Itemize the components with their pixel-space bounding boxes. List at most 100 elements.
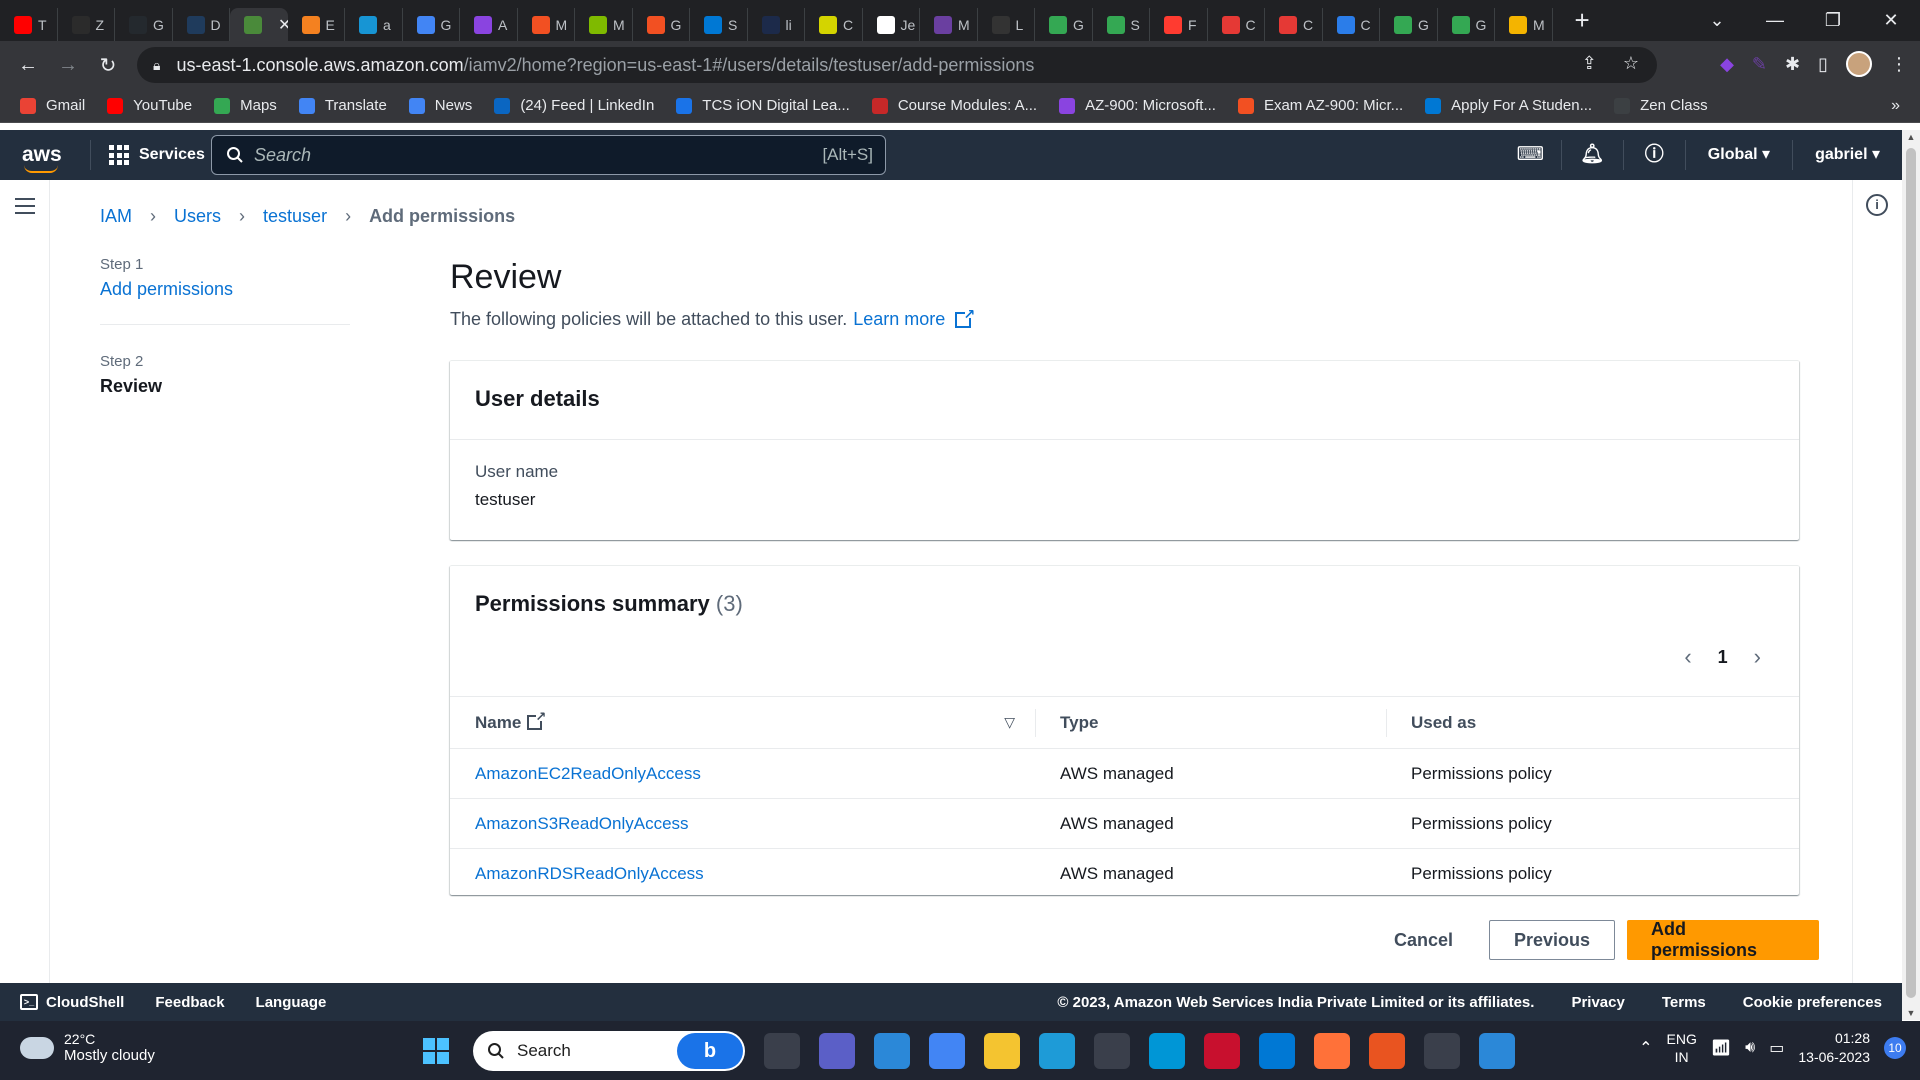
chevron-left-icon[interactable]: ‹ (1684, 644, 1691, 670)
scroll-down-icon[interactable]: ▼ (1902, 1008, 1920, 1018)
bookmark-item[interactable]: (24) Feed | LinkedIn (494, 97, 654, 114)
services-menu-button[interactable]: Services (109, 145, 205, 165)
photos-icon[interactable] (1479, 1033, 1515, 1069)
bookmark-item[interactable]: Maps (214, 97, 277, 114)
region-selector[interactable]: Global ▾ (1686, 140, 1794, 170)
external-link-icon[interactable] (955, 306, 975, 328)
browser-tab[interactable]: M (575, 8, 633, 41)
bookmark-item[interactable]: YouTube (107, 97, 192, 114)
browser-tab[interactable]: F (1150, 8, 1208, 41)
column-header-name[interactable]: Name ▽ (450, 696, 1035, 749)
browser-tab[interactable]: D (173, 8, 230, 41)
notification-badge[interactable]: 10 (1884, 1037, 1906, 1059)
minimize-icon[interactable]: — (1746, 10, 1804, 31)
bookmark-item[interactable]: Translate (298, 97, 387, 114)
clock[interactable]: 01:28 13-06-2023 (1798, 1029, 1870, 1067)
policy-name-link[interactable]: AmazonS3ReadOnlyAccess (450, 798, 1035, 849)
back-icon[interactable]: ← (8, 54, 48, 77)
edge-icon[interactable] (1039, 1033, 1075, 1069)
mail-icon[interactable] (1259, 1033, 1295, 1069)
terms-link[interactable]: Terms (1662, 994, 1706, 1011)
settings-app-icon[interactable] (874, 1033, 910, 1069)
forward-icon[interactable]: → (48, 54, 88, 77)
breadcrumb-iam[interactable]: IAM (100, 206, 132, 227)
hamburger-icon[interactable] (15, 198, 35, 219)
side-panel-icon[interactable]: ▯ (1818, 54, 1828, 75)
column-header-used-as[interactable]: Used as (1386, 696, 1799, 749)
bookmark-item[interactable]: Gmail (20, 97, 85, 114)
extension-icon[interactable]: ✎ (1752, 54, 1767, 75)
browser-tab[interactable]: L (978, 8, 1035, 41)
info-icon[interactable]: i (1866, 194, 1888, 216)
aws-logo[interactable]: aws (22, 143, 64, 173)
share-icon[interactable]: ⇪ (1582, 53, 1597, 74)
close-window-icon[interactable]: ✕ (1862, 10, 1920, 31)
page-scrollbar[interactable]: ▲ ▼ (1902, 130, 1920, 1020)
bookmark-item[interactable]: Exam AZ-900: Micr... (1237, 97, 1403, 114)
windows-start-icon[interactable] (418, 1033, 454, 1069)
column-header-type[interactable]: Type (1035, 696, 1386, 749)
network-app-icon[interactable] (1424, 1033, 1460, 1069)
bookmark-item[interactable]: Zen Class (1614, 97, 1708, 114)
puzzle-icon[interactable]: ✱ (1785, 54, 1800, 75)
browser-tab[interactable]: G (403, 8, 460, 41)
browser-tab[interactable]: S (690, 8, 748, 41)
policy-name-link[interactable]: AmazonEC2ReadOnlyAccess (450, 748, 1035, 799)
bing-icon[interactable]: b (677, 1033, 743, 1069)
browser-tab-active[interactable]: ✕ (230, 8, 288, 41)
breadcrumb-testuser[interactable]: testuser (263, 206, 327, 227)
reload-icon[interactable]: ↻ (88, 53, 128, 78)
file-explorer-icon[interactable] (984, 1033, 1020, 1069)
tab-close-icon[interactable]: ✕ (278, 15, 288, 35)
menu-kebab-icon[interactable]: ⋮ (1890, 54, 1908, 75)
browser-tab[interactable]: G (1035, 8, 1093, 41)
browser-tab[interactable]: Z (58, 8, 115, 41)
browser-tab[interactable]: a (345, 8, 403, 41)
page-number[interactable]: 1 (1718, 647, 1728, 668)
cancel-button[interactable]: Cancel (1370, 920, 1477, 960)
volume-icon[interactable]: 🔊︎ (1745, 1039, 1755, 1057)
extension-icon[interactable]: ◆ (1720, 54, 1734, 75)
browser-tab[interactable]: G (1380, 8, 1438, 41)
browser-tab[interactable]: A (460, 8, 518, 41)
new-tab-button[interactable]: + (1575, 5, 1590, 36)
mcafee-icon[interactable] (1204, 1033, 1240, 1069)
browser-tab[interactable]: T (0, 8, 58, 41)
battery-icon[interactable]: ▭ (1769, 1038, 1784, 1058)
browser-tab[interactable]: C (1323, 8, 1380, 41)
bookmark-item[interactable]: TCS iON Digital Lea... (676, 97, 850, 114)
chevron-up-icon[interactable]: ⌃ (1639, 1038, 1652, 1058)
lock-icon[interactable]: 🔒︎ (153, 57, 160, 74)
browser-tab[interactable]: M (1495, 8, 1553, 41)
browser-tab[interactable]: G (115, 8, 173, 41)
ubuntu-icon[interactable] (1369, 1033, 1405, 1069)
avatar[interactable] (1846, 51, 1872, 77)
wifi-icon[interactable]: 📶︎ (1711, 1038, 1731, 1058)
browser-tab[interactable]: M (920, 8, 978, 41)
firefox-icon[interactable] (1314, 1033, 1350, 1069)
browser-tab[interactable]: E (288, 8, 345, 41)
bookmark-item[interactable]: AZ-900: Microsoft... (1059, 97, 1216, 114)
bookmarks-more-icon[interactable]: » (1891, 97, 1900, 115)
browser-tab[interactable]: C (1265, 8, 1323, 41)
bookmark-item[interactable]: Apply For A Studen... (1425, 97, 1592, 114)
browser-tab[interactable]: li (748, 8, 805, 41)
feedback-link[interactable]: Feedback (155, 994, 224, 1011)
browser-tab[interactable]: C (805, 8, 863, 41)
store-icon[interactable] (1094, 1033, 1130, 1069)
language-link[interactable]: Language (256, 994, 327, 1011)
url-bar[interactable]: 🔒︎ us-east-1.console.aws.amazon.com /iam… (137, 47, 1657, 83)
scroll-up-icon[interactable]: ▲ (1902, 132, 1920, 142)
step-link-add-permissions[interactable]: Add permissions (100, 279, 350, 300)
browser-tab[interactable]: G (1438, 8, 1495, 41)
widgets-icon[interactable] (764, 1033, 800, 1069)
browser-tab[interactable]: M (518, 8, 575, 41)
sort-down-icon[interactable]: ▽ (1004, 714, 1015, 731)
bell-icon[interactable]: 🔔︎ (1562, 140, 1624, 170)
bookmark-item[interactable]: Course Modules: A... (871, 97, 1037, 114)
browser-tab[interactable]: G (633, 8, 690, 41)
chevron-right-icon[interactable]: › (1754, 644, 1761, 670)
cloudshell-icon[interactable]: ⌨ (1500, 140, 1562, 170)
breadcrumb-users[interactable]: Users (174, 206, 221, 227)
cookie-preferences-link[interactable]: Cookie preferences (1743, 994, 1882, 1011)
